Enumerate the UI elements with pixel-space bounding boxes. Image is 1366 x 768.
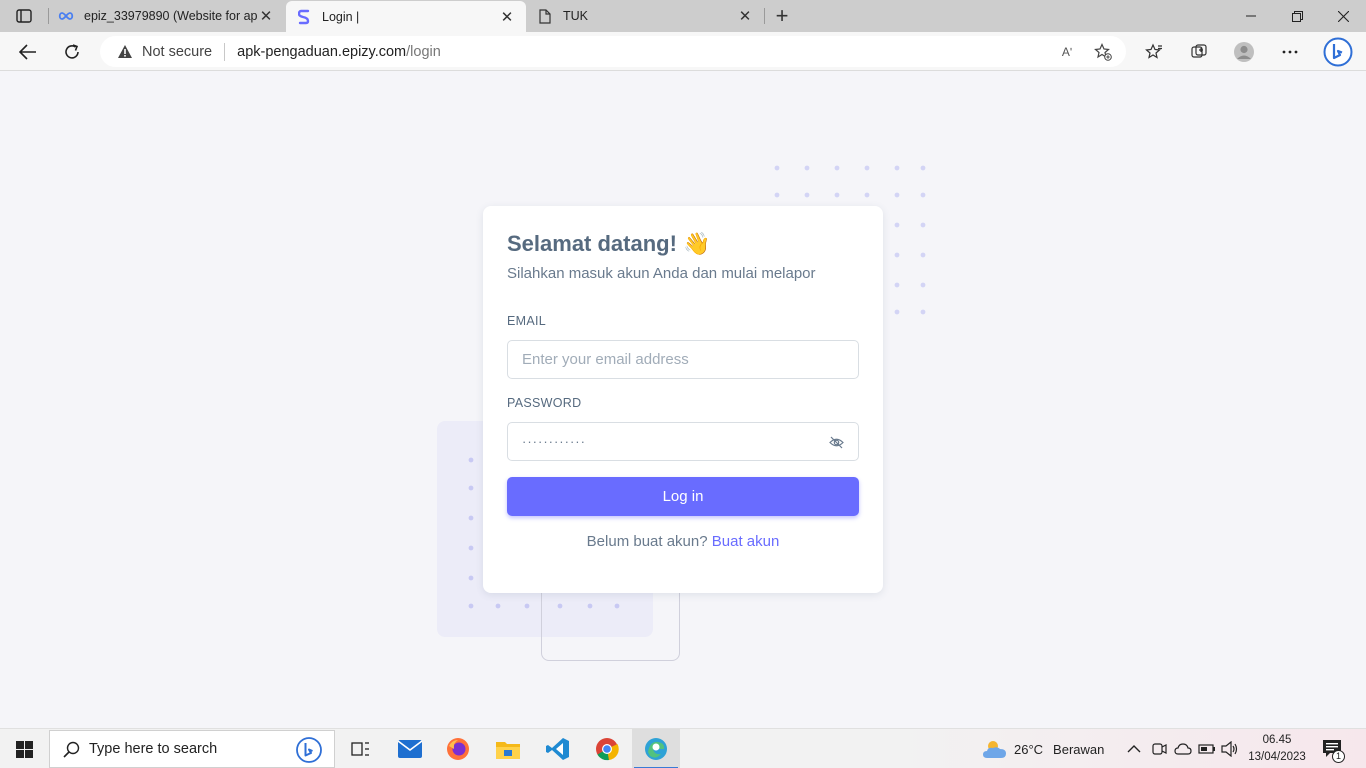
- address-bar[interactable]: Not secure apk-pengaduan.epizy.com/login…: [100, 36, 1126, 67]
- tab-title: Login |: [322, 10, 360, 24]
- email-label: EMAIL: [507, 314, 547, 328]
- eye-off-icon[interactable]: [828, 434, 844, 450]
- address-divider: [224, 42, 226, 61]
- site-logo-icon: [296, 9, 312, 25]
- cloudy-weather-icon: [982, 738, 1008, 760]
- volume-icon[interactable]: [1221, 729, 1239, 768]
- more-options-icon[interactable]: [1277, 39, 1303, 65]
- mail-icon[interactable]: [386, 729, 434, 768]
- task-view-icon[interactable]: [336, 729, 384, 768]
- notification-count: 1: [1332, 750, 1345, 763]
- weather-widget[interactable]: 26°C Berawan: [982, 729, 1104, 768]
- add-favorite-icon[interactable]: [1092, 41, 1114, 63]
- tab-separator: [764, 8, 765, 24]
- waving-hand-icon: 👋: [682, 231, 711, 256]
- file-explorer-icon[interactable]: [484, 729, 532, 768]
- read-aloud-icon[interactable]: Aʹ: [1056, 41, 1078, 63]
- url-path: /login: [406, 43, 441, 60]
- close-window-button[interactable]: [1320, 0, 1366, 32]
- tab-title: epiz_33979890 (Website for apk-: [84, 9, 257, 23]
- browser-toolbar: Not secure apk-pengaduan.epizy.com/login…: [0, 32, 1366, 71]
- login-button[interactable]: Log in: [507, 477, 859, 516]
- tab-actions-icon[interactable]: [10, 6, 38, 26]
- search-placeholder: Type here to search: [89, 741, 218, 757]
- clock-time: 06.45: [1262, 734, 1292, 746]
- password-field[interactable]: ············: [507, 422, 859, 461]
- login-card: Selamat datang! 👋 Silahkan masuk akun An…: [483, 206, 883, 593]
- tab-title: TUK: [563, 9, 588, 23]
- welcome-title: Selamat datang!: [507, 231, 677, 256]
- tab-close-icon[interactable]: ✕: [736, 7, 754, 25]
- signup-prompt: Belum buat akun? Buat akun: [507, 533, 859, 550]
- firefox-icon[interactable]: [434, 729, 482, 768]
- warning-icon[interactable]: [116, 43, 134, 61]
- welcome-subtitle: Silahkan masuk akun Anda dan mulai melap…: [507, 265, 816, 282]
- tab-epiz[interactable]: epiz_33979890 (Website for apk- ✕: [48, 0, 285, 32]
- clock-date: 13/04/2023: [1248, 751, 1306, 763]
- windows-start-icon[interactable]: [0, 729, 48, 768]
- tab-strip: epiz_33979890 (Website for apk- ✕ Login …: [0, 0, 1366, 33]
- taskbar: Type here to search 26°C Berawan 06.45 1…: [0, 728, 1366, 768]
- bing-icon[interactable]: [296, 737, 322, 763]
- signup-prompt-text: Belum buat akun?: [586, 533, 708, 550]
- show-hidden-icons-icon[interactable]: [1127, 729, 1141, 768]
- battery-icon[interactable]: [1198, 729, 1216, 768]
- chrome-icon[interactable]: [583, 729, 631, 768]
- tab-login[interactable]: Login | ✕: [286, 1, 526, 33]
- taskbar-search[interactable]: Type here to search: [49, 730, 335, 768]
- bing-chat-icon[interactable]: [1322, 36, 1354, 68]
- profile-avatar-icon[interactable]: [1231, 39, 1257, 65]
- search-icon: [62, 740, 80, 758]
- new-tab-button[interactable]: +: [771, 3, 793, 28]
- restore-button[interactable]: [1274, 0, 1320, 32]
- page-body: Selamat datang! 👋 Silahkan masuk akun An…: [0, 71, 1366, 728]
- meet-now-icon[interactable]: [1151, 729, 1167, 768]
- signup-link[interactable]: Buat akun: [712, 533, 780, 550]
- back-arrow-icon[interactable]: [15, 39, 41, 65]
- email-input[interactable]: [522, 351, 844, 368]
- welcome-heading: Selamat datang! 👋: [507, 230, 859, 258]
- edge-icon[interactable]: [632, 729, 680, 768]
- tab-separator: [48, 8, 49, 24]
- document-icon: [537, 8, 553, 24]
- notifications-icon[interactable]: 1: [1322, 729, 1345, 768]
- password-label: PASSWORD: [507, 396, 582, 410]
- weather-temperature: 26°C: [1014, 741, 1044, 757]
- tab-close-icon[interactable]: ✕: [498, 8, 516, 26]
- collections-icon[interactable]: [1186, 39, 1212, 65]
- vscode-icon[interactable]: [534, 729, 582, 768]
- tab-close-icon[interactable]: ✕: [257, 7, 275, 25]
- url-host: apk-pengaduan.epizy.com: [237, 43, 407, 60]
- favorites-icon[interactable]: [1141, 39, 1167, 65]
- minimize-button[interactable]: [1228, 0, 1274, 32]
- refresh-icon[interactable]: [59, 39, 85, 65]
- onedrive-icon[interactable]: [1174, 729, 1192, 768]
- weather-description: Berawan: [1053, 741, 1105, 757]
- tab-tuk[interactable]: TUK ✕: [527, 0, 764, 32]
- security-status[interactable]: Not secure: [142, 44, 212, 60]
- email-field-wrapper: [507, 340, 859, 379]
- system-clock[interactable]: 06.45 13/04/2023: [1246, 732, 1308, 766]
- infinity-icon: [58, 8, 74, 24]
- password-value: ············: [522, 434, 586, 449]
